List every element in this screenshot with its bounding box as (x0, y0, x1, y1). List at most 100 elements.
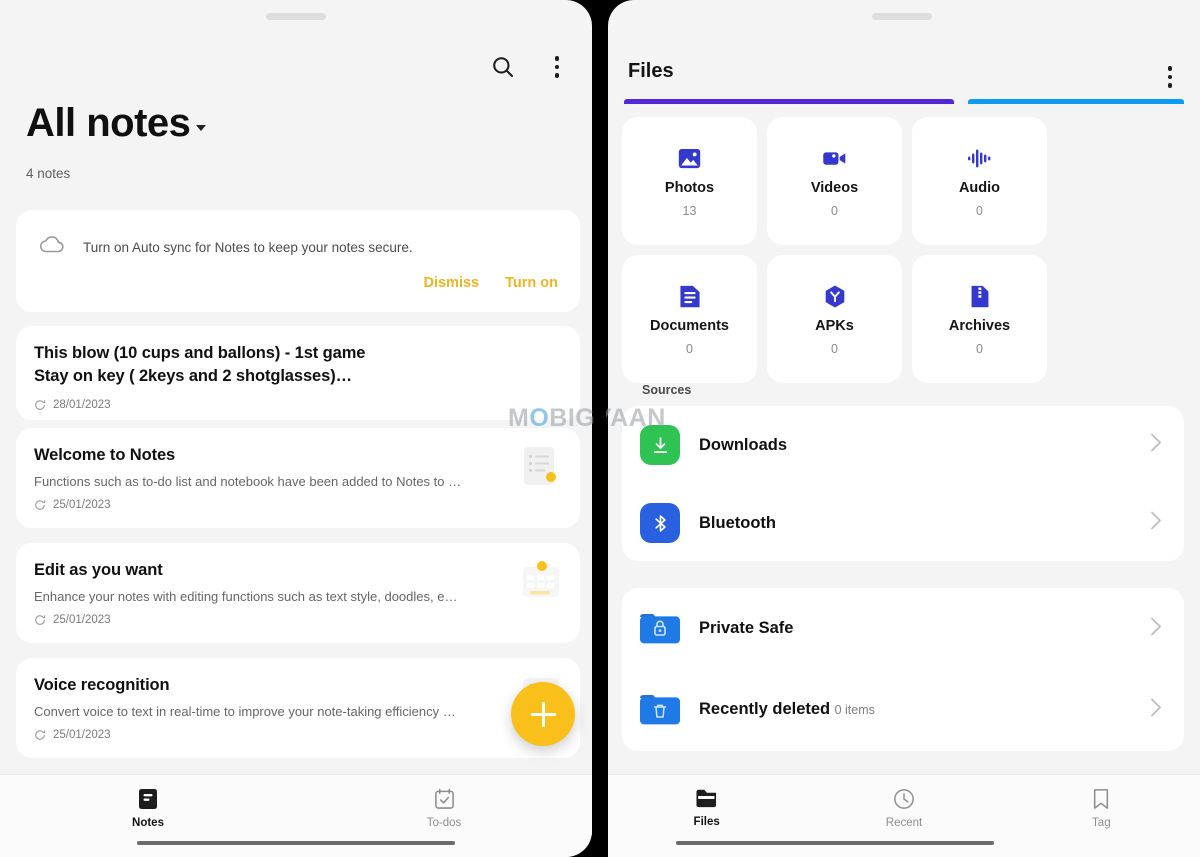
chevron-right-icon (1150, 433, 1162, 458)
note-title: Edit as you want (34, 561, 163, 579)
category-label: Photos (664, 179, 715, 196)
home-indicator[interactable] (676, 840, 994, 845)
note-snippet: Functions such as to-do list and noteboo… (34, 474, 462, 490)
bluetooth-icon (640, 503, 680, 543)
auto-sync-banner: Turn on Auto sync for Notes to keep your… (16, 210, 580, 312)
chevron-right-icon (1150, 697, 1162, 722)
category-card-photos[interactable]: Photos 13 (622, 117, 757, 245)
category-card-apks[interactable]: APKs 0 (767, 255, 902, 383)
sources-list: Downloads Bluetooth (622, 406, 1184, 561)
sources-section-label: Sources (642, 383, 692, 397)
image-icon (678, 148, 701, 168)
category-label: Archives (948, 317, 1011, 334)
files-page-title: Files (628, 60, 674, 82)
nav-label: To-dos (426, 817, 462, 829)
category-card-documents[interactable]: Documents 0 (622, 255, 757, 383)
sync-clock-icon (35, 615, 46, 626)
note-card[interactable]: Welcome to Notes Functions such as to-do… (16, 428, 580, 528)
cloud-icon (38, 234, 65, 260)
note-thumbnail (518, 444, 564, 490)
list-item-private-safe[interactable]: Private Safe (622, 588, 1184, 669)
trash-folder-icon (640, 690, 680, 730)
apk-package-icon (825, 284, 844, 308)
note-date: 25/01/2023 (53, 729, 111, 742)
storage-summary-bars (624, 99, 1184, 105)
turn-on-button[interactable]: Turn on (505, 275, 558, 291)
note-date: 28/01/2023 (53, 398, 111, 411)
more-vertical-icon[interactable] (1155, 62, 1185, 92)
nav-label: Notes (132, 817, 164, 829)
sd-card-bar[interactable] (968, 99, 1184, 104)
list-item-label: Bluetooth (699, 513, 776, 532)
page-title[interactable]: All notes (26, 101, 207, 145)
nav-label: Recent (885, 817, 923, 829)
note-thumbnail (518, 559, 564, 605)
nav-item-tag[interactable]: Tag (1003, 775, 1200, 829)
checklist-icon (434, 788, 454, 809)
note-title-line2: Stay on key ( 2keys and 2 shotglasses)… (34, 367, 352, 386)
window-drag-handle[interactable] (872, 13, 932, 20)
category-card-archives[interactable]: Archives 0 (912, 255, 1047, 383)
vault-list: Private Safe Recently deleted 0 items (622, 588, 1184, 751)
note-date: 25/01/2023 (53, 499, 111, 512)
download-icon (640, 425, 680, 465)
chevron-down-icon[interactable] (196, 125, 207, 131)
list-item-label: Private Safe (699, 619, 794, 637)
notes-topbar (488, 52, 572, 82)
list-item-label: Downloads (699, 435, 788, 454)
category-count: 13 (682, 203, 697, 218)
note-card[interactable]: This blow (10 cups and ballons) - 1st ga… (16, 326, 580, 420)
list-item-recently-deleted[interactable]: Recently deleted 0 items (622, 669, 1184, 750)
list-item-sublabel: 0 items (834, 703, 875, 717)
home-indicator[interactable] (137, 840, 455, 845)
clock-icon (894, 789, 914, 809)
category-count: 0 (831, 203, 838, 218)
internal-storage-bar[interactable] (624, 99, 954, 104)
note-title: Voice recognition (34, 676, 170, 694)
panel-divider (594, 0, 606, 857)
nav-item-notes[interactable]: Notes (0, 775, 296, 829)
auto-sync-message: Turn on Auto sync for Notes to keep your… (83, 239, 413, 255)
list-item-downloads[interactable]: Downloads (622, 406, 1184, 484)
video-camera-icon (823, 151, 846, 165)
sync-clock-icon (35, 500, 46, 511)
sync-clock-icon (35, 400, 46, 410)
category-card-audio[interactable]: Audio 0 (912, 117, 1047, 245)
chevron-right-icon (1150, 511, 1162, 536)
category-label: Audio (958, 179, 1001, 196)
screenshot-stage: All notes 4 notes Turn on Auto sync for … (0, 0, 1200, 857)
folder-icon (696, 789, 717, 808)
note-date: 25/01/2023 (53, 614, 111, 627)
category-count: 0 (831, 341, 838, 356)
window-drag-handle[interactable] (266, 13, 326, 20)
list-item-label: Recently deleted (699, 700, 831, 718)
waveform-icon (967, 149, 990, 167)
sync-clock-icon (35, 730, 46, 741)
zip-archive-icon (971, 285, 988, 307)
lock-folder-icon (640, 609, 680, 649)
bookmark-icon (1094, 789, 1109, 809)
nav-item-todos[interactable]: To-dos (296, 775, 592, 829)
category-label: Documents (650, 317, 729, 334)
notes-count-label: 4 notes (26, 166, 71, 181)
dismiss-button[interactable]: Dismiss (423, 275, 479, 291)
category-label: Videos (810, 179, 859, 196)
nav-item-files[interactable]: Files (608, 775, 805, 828)
list-item-bluetooth[interactable]: Bluetooth (622, 484, 1184, 562)
note-card[interactable]: Edit as you want Enhance your notes with… (16, 543, 580, 643)
nav-item-recent[interactable]: Recent (805, 775, 1002, 829)
document-icon (679, 285, 700, 307)
notes-title-text: All notes (26, 101, 191, 145)
note-card[interactable]: Voice recognition Convert voice to text … (16, 658, 580, 758)
nav-label: Tag (1092, 817, 1111, 829)
notebook-icon (139, 789, 157, 809)
more-vertical-icon[interactable] (542, 52, 572, 82)
search-icon[interactable] (488, 52, 518, 82)
category-card-videos[interactable]: Videos 0 (767, 117, 902, 245)
note-snippet: Convert voice to text in real-time to im… (34, 704, 456, 720)
chevron-right-icon (1150, 616, 1162, 641)
add-note-fab[interactable] (511, 682, 575, 746)
note-title: Welcome to Notes (34, 446, 176, 464)
category-count: 0 (976, 341, 983, 356)
note-title: This blow (10 cups and ballons) - 1st ga… (34, 344, 366, 362)
